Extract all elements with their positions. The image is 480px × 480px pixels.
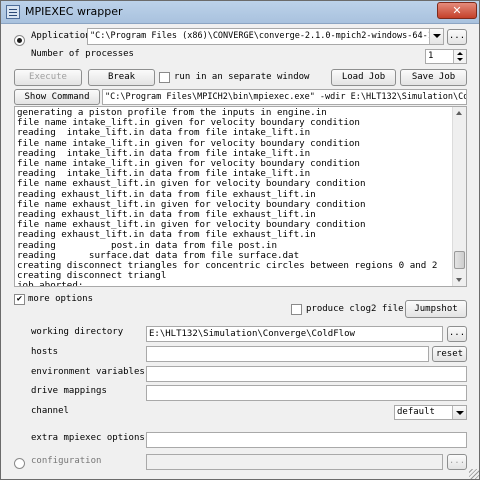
save-job-button[interactable]: Save Job	[400, 69, 467, 86]
drive-mappings-label: drive mappings	[31, 386, 107, 396]
application-label: Application	[31, 31, 91, 41]
scroll-thumb[interactable]	[454, 251, 465, 269]
application-browse-button[interactable]: ...	[447, 29, 467, 45]
output-line: reading exhaust_lift.in data from file e…	[17, 210, 316, 221]
checkmark-icon: ✔	[16, 294, 23, 304]
channel-select[interactable]: default	[394, 405, 467, 420]
hosts-reset-button[interactable]: reset	[432, 346, 467, 362]
drive-mappings-field[interactable]	[146, 385, 467, 401]
working-directory-label: working directory	[31, 327, 124, 337]
mpiexec-wrapper-window: MPIEXEC wrapper ✕ Application "C:\Progra…	[0, 0, 480, 480]
working-directory-value: E:\HLT132\Simulation\Converge\ColdFlow	[149, 329, 355, 339]
command-value: "C:\Program Files\MPICH2\bin\mpiexec.exe…	[105, 92, 467, 102]
configuration-label: configuration	[31, 456, 102, 466]
output-line: reading intake_lift.in data from file in…	[17, 128, 311, 139]
processes-label: Number of processes	[31, 49, 134, 59]
output-line: file name exhaust_lift.in given for velo…	[17, 220, 366, 231]
output-line: reading surface.dat data from file surfa…	[17, 250, 300, 261]
output-line: generating a piston profile from the inp…	[17, 108, 327, 118]
scroll-up-icon[interactable]	[453, 107, 466, 120]
clog2-checkbox[interactable]	[291, 304, 302, 315]
configuration-radio[interactable]	[14, 458, 25, 469]
processes-value: 1	[428, 51, 434, 61]
output-line: reading intake_lift.in data from file in…	[17, 148, 311, 159]
output-log[interactable]: generating a piston profile from the inp…	[14, 106, 467, 287]
output-line: file name exhaust_lift.in given for velo…	[17, 179, 366, 190]
app-icon	[6, 5, 20, 19]
output-line: file name intake_lift.in given for veloc…	[17, 159, 360, 170]
spinner-up-icon[interactable]	[457, 52, 463, 55]
output-line: reading post.in data from file post.in	[17, 240, 277, 251]
output-line: reading intake_lift.in data from file in…	[17, 169, 311, 180]
separate-window-label: run in an separate window	[174, 72, 310, 82]
application-radio[interactable]	[14, 35, 25, 46]
output-lines: generating a piston profile from the inp…	[17, 108, 453, 287]
working-directory-browse-button[interactable]: ...	[447, 326, 467, 342]
more-options-label: more options	[28, 294, 94, 304]
configuration-field[interactable]	[146, 454, 443, 470]
channel-value: default	[397, 407, 435, 417]
channel-dropdown-arrow-icon[interactable]	[452, 406, 466, 419]
configuration-browse-button[interactable]: ...	[447, 454, 467, 470]
more-options-checkbox[interactable]: ✔	[14, 294, 25, 305]
show-command-button[interactable]: Show Command	[14, 89, 100, 105]
jumpshot-button[interactable]: Jumpshot	[405, 300, 467, 318]
resize-grip-icon[interactable]	[469, 469, 479, 479]
spinner-arrows-icon[interactable]	[453, 50, 466, 63]
channel-label: channel	[31, 406, 69, 416]
extra-mpiexec-options-field[interactable]	[146, 432, 467, 448]
hosts-field[interactable]	[146, 346, 429, 362]
title-bar[interactable]: MPIEXEC wrapper ✕	[1, 1, 479, 24]
output-line: file name intake_lift.in given for veloc…	[17, 138, 360, 149]
application-value: "C:\Program Files (x86)\CONVERGE\converg…	[90, 31, 444, 41]
application-dropdown-arrow-icon[interactable]	[429, 29, 443, 44]
output-line: creating disconnect triangl	[17, 271, 167, 282]
output-line: reading exhaust_lift.in data from file e…	[17, 189, 316, 200]
clog2-label: produce clog2 file	[306, 304, 404, 314]
output-line: file name exhaust_lift.in given for velo…	[17, 199, 366, 210]
output-scrollbar[interactable]	[452, 107, 466, 286]
working-directory-field[interactable]: E:\HLT132\Simulation\Converge\ColdFlow	[146, 326, 443, 342]
environment-variables-label: environment variables	[31, 367, 145, 377]
hosts-label: hosts	[31, 347, 59, 357]
output-line: file name intake_lift.in given for veloc…	[17, 118, 360, 129]
processes-spinner[interactable]: 1	[425, 49, 467, 64]
command-field[interactable]: "C:\Program Files\MPICH2\bin\mpiexec.exe…	[102, 89, 467, 105]
spinner-down-icon[interactable]	[457, 58, 463, 61]
separate-window-checkbox[interactable]	[159, 72, 170, 83]
output-line: reading exhaust_lift.in data from file e…	[17, 230, 316, 241]
application-combo[interactable]: "C:\Program Files (x86)\CONVERGE\converg…	[87, 28, 444, 45]
scroll-down-icon[interactable]	[453, 273, 466, 286]
break-button[interactable]: Break	[88, 69, 155, 86]
output-line: creating disconnect triangles for concen…	[17, 261, 438, 272]
execute-button[interactable]: Execute	[14, 69, 82, 86]
output-line: job aborted:	[17, 281, 84, 287]
extra-mpiexec-options-label: extra mpiexec options	[31, 433, 145, 443]
environment-variables-field[interactable]	[146, 366, 467, 382]
close-button[interactable]: ✕	[437, 2, 477, 19]
window-title: MPIEXEC wrapper	[25, 5, 123, 18]
load-job-button[interactable]: Load Job	[331, 69, 396, 86]
